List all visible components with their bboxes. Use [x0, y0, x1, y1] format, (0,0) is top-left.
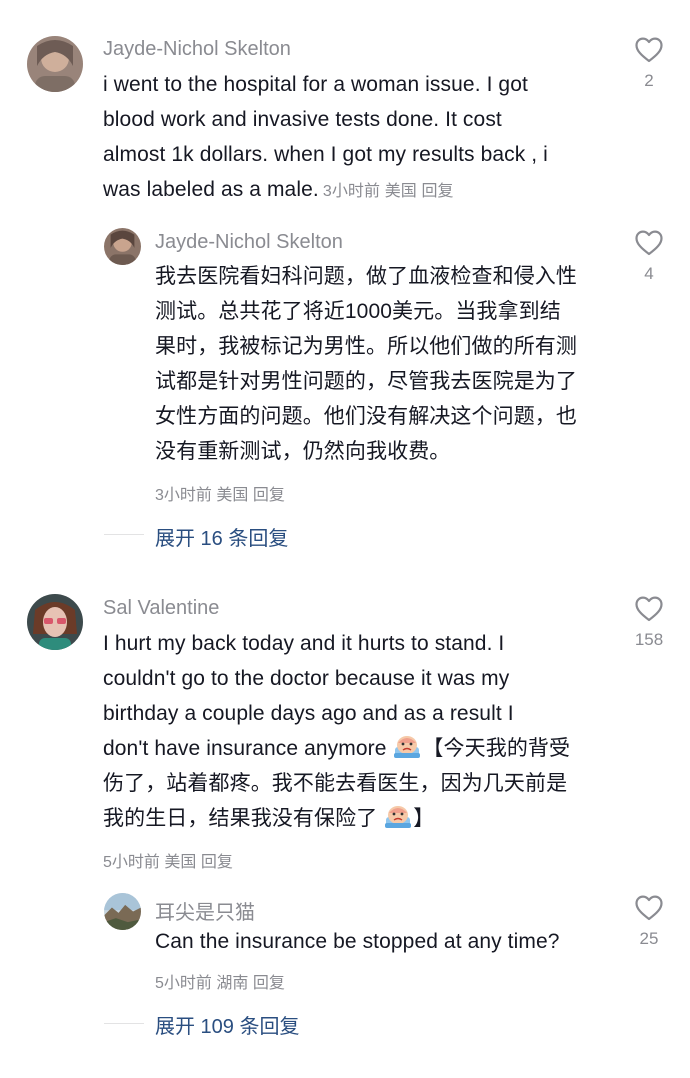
comment-line: don't have insurance anymore 【今天我的背受: [103, 731, 613, 766]
like-count: 158: [634, 630, 664, 649]
comment-line: blood work and invasive tests done. It c…: [103, 108, 502, 131]
reply-button[interactable]: 回复: [201, 854, 233, 871]
reply-text: Can the insurance be stopped at any time…: [155, 924, 615, 959]
like-button[interactable]: 25: [629, 895, 669, 949]
profile-photo: [27, 36, 83, 92]
heart-outline-icon: [635, 230, 663, 256]
comment-line: almost 1k dollars. when I got my results…: [103, 143, 548, 166]
profile-photo: [27, 594, 83, 650]
comment-line: 伤了，站着都疼。我不能去看医生，因为几天前是: [103, 772, 568, 795]
reply-meta: 5小时前 湖南 回复: [155, 969, 285, 993]
reply-time: 3小时前: [155, 487, 212, 504]
expand-divider: [104, 1023, 144, 1024]
comment-time: 3小时前: [322, 183, 381, 200]
comment-line: i went to the hospital for a woman issue…: [103, 73, 528, 96]
like-button[interactable]: 2: [629, 37, 669, 91]
comment-line: 我的生日，结果我没有保险了 】: [103, 801, 613, 836]
reply-button[interactable]: 回复: [421, 183, 453, 200]
reply-line: 没有重新测试，仍然向我收费。: [155, 440, 451, 463]
comment-line: couldn't go to the doctor because it was…: [103, 667, 510, 690]
like-count: 25: [639, 929, 659, 948]
like-count: 2: [644, 71, 654, 90]
comment-author[interactable]: Jayde-Nichol Skelton: [103, 38, 291, 61]
reply-line: 女性方面的问题。他们没有解决这个问题，也: [155, 405, 577, 428]
comment-line: I hurt my back today and it hurts to sta…: [103, 632, 505, 655]
comment-time: 5小时前: [103, 854, 160, 871]
reply-line: 测试。总共花了将近1000美元。当我拿到结: [155, 300, 561, 323]
reply-button[interactable]: 回复: [253, 487, 285, 504]
reply-button[interactable]: 回复: [253, 975, 285, 992]
comment-line: was labeled as a male. 3小时前 美国 回复: [103, 178, 454, 201]
expand-replies-button[interactable]: 展开 109 条回复: [155, 1010, 299, 1039]
heart-outline-icon: [635, 596, 663, 622]
like-button[interactable]: 4: [629, 230, 669, 284]
profile-photo: [104, 228, 141, 265]
avatar[interactable]: [104, 228, 141, 265]
heart-outline-icon: [635, 895, 663, 921]
reply-line: 我去医院看妇科问题，做了血液检查和侵入性: [155, 265, 577, 288]
comment-text: i went to the hospital for a woman issue…: [103, 67, 603, 209]
reply-location: 湖南: [216, 975, 249, 992]
comment-text: I hurt my back today and it hurts to sta…: [103, 626, 613, 836]
expand-divider: [104, 534, 144, 535]
crying-face-emoji: [392, 733, 422, 759]
comment-meta: 3小时前 美国 回复: [323, 183, 454, 200]
reply-text: 我去医院看妇科问题，做了血液检查和侵入性 测试。总共花了将近1000美元。当我拿…: [155, 259, 615, 469]
crying-face-emoji: [383, 803, 413, 829]
profile-photo: [104, 893, 141, 930]
reply-author[interactable]: Jayde-Nichol Skelton: [155, 231, 343, 254]
reply-location: 美国: [216, 487, 249, 504]
reply-line: Can the insurance be stopped at any time…: [155, 930, 560, 953]
reply-meta: 3小时前 美国 回复: [155, 481, 285, 505]
like-button[interactable]: 158: [629, 596, 669, 650]
expand-replies-button[interactable]: 展开 16 条回复: [155, 522, 288, 551]
heart-outline-icon: [635, 37, 663, 63]
reply-time: 5小时前: [155, 975, 212, 992]
comment-line: birthday a couple days ago and as a resu…: [103, 702, 514, 725]
reply-line: 果时，我被标记为男性。所以他们做的所有测: [155, 335, 577, 358]
avatar[interactable]: [104, 893, 141, 930]
comment-author[interactable]: Sal Valentine: [103, 597, 219, 620]
avatar[interactable]: [27, 36, 83, 92]
reply-author[interactable]: 耳尖是只猫: [155, 896, 255, 925]
avatar[interactable]: [27, 594, 83, 650]
like-count: 4: [644, 264, 654, 283]
comment-location: 美国: [384, 183, 417, 200]
comment-meta: 5小时前 美国 回复: [103, 848, 233, 872]
comment-location: 美国: [164, 854, 197, 871]
reply-line: 试都是针对男性问题的，尽管我去医院是为了: [155, 370, 577, 393]
